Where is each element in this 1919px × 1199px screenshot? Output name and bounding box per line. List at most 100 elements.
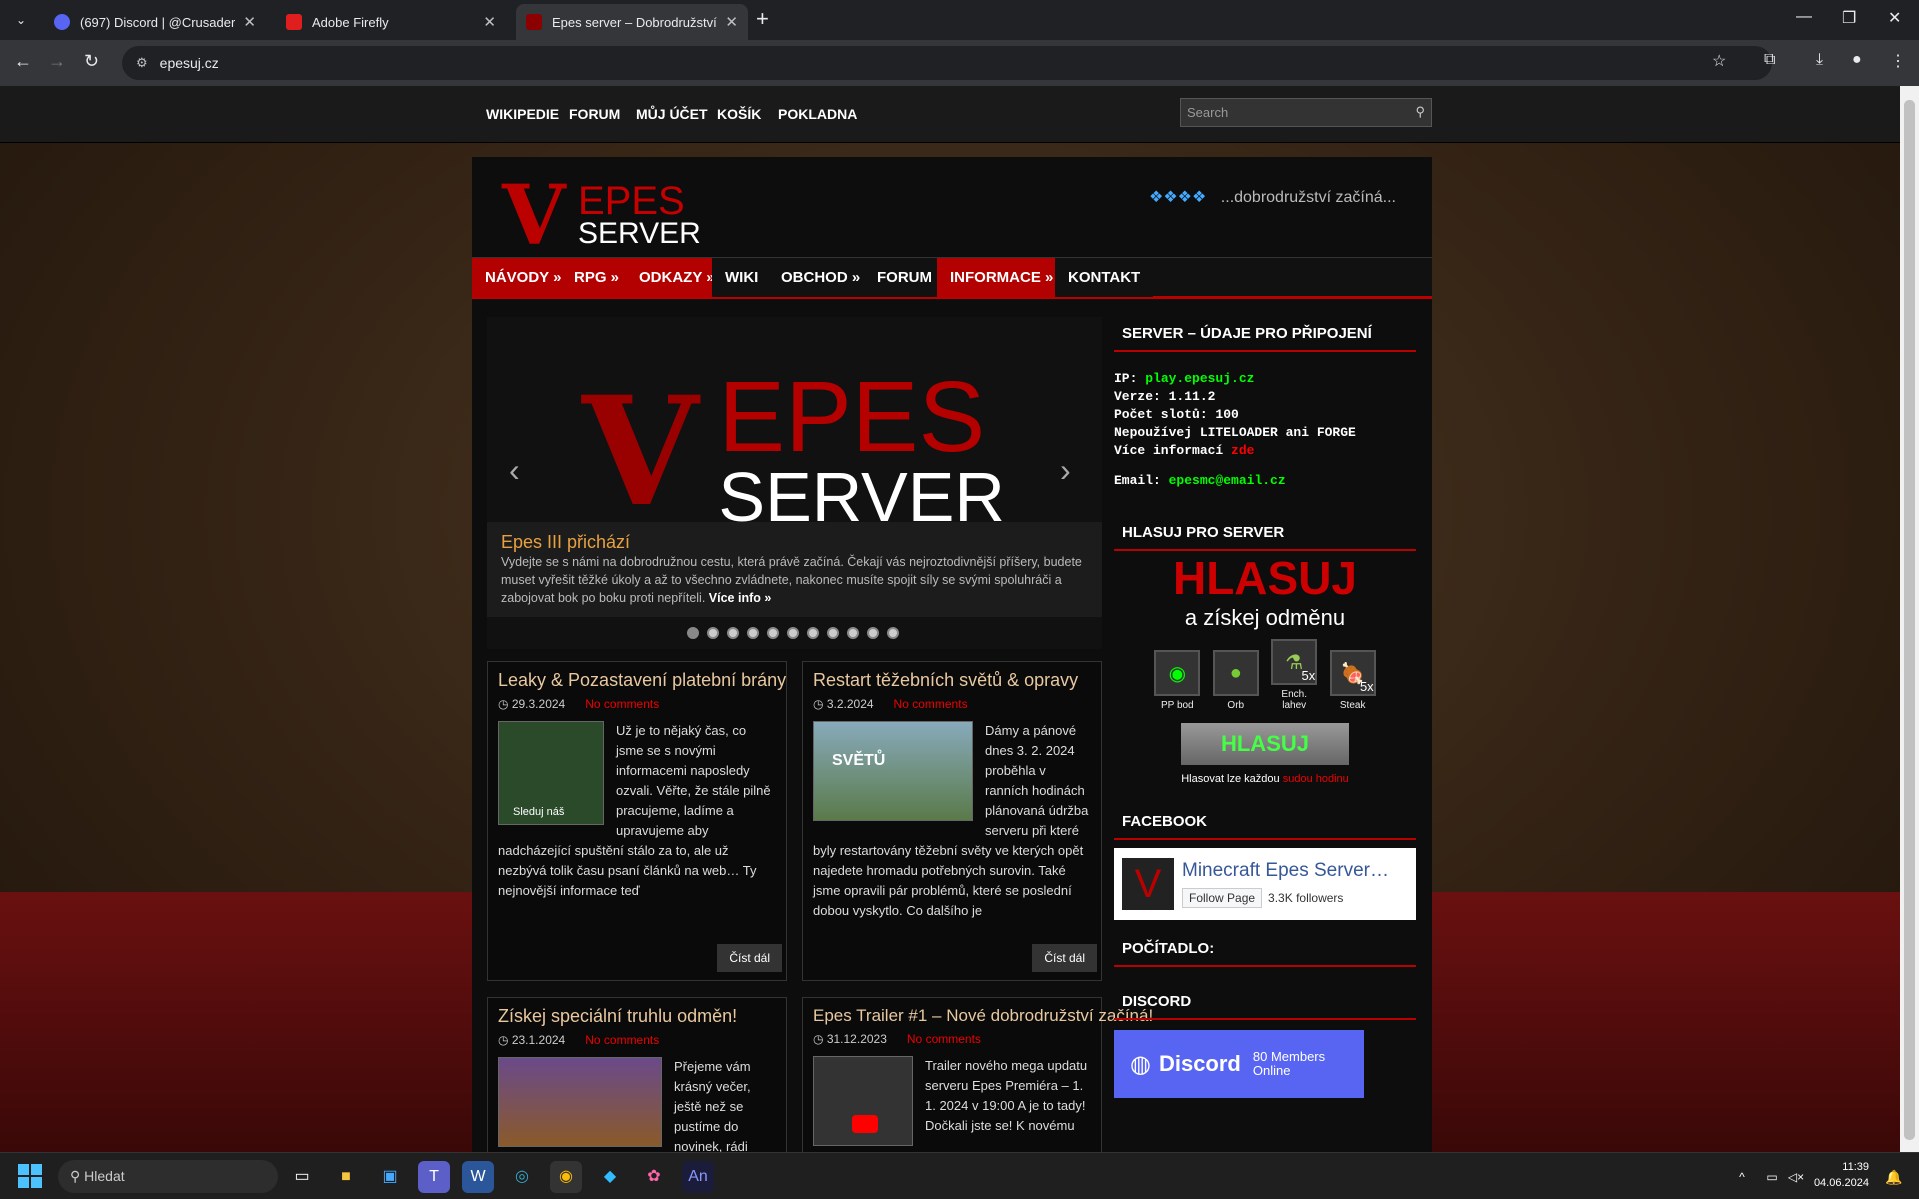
slide-more-link[interactable]: Více info » xyxy=(709,591,772,605)
slider-dot[interactable] xyxy=(767,627,779,639)
post-comments-link[interactable]: No comments xyxy=(585,697,659,711)
tab-discord[interactable]: (697) Discord | @Crusader1351 ✕ xyxy=(44,4,266,40)
slider-dot[interactable] xyxy=(747,627,759,639)
slider-dot[interactable] xyxy=(787,627,799,639)
read-more-button[interactable]: Číst dál xyxy=(1032,944,1097,972)
post-title[interactable]: Epes Trailer #1 – Nové dobrodružství zač… xyxy=(813,1006,1153,1026)
tagline-text: ...dobrodružství začíná... xyxy=(1220,189,1396,206)
slider-dot[interactable] xyxy=(827,627,839,639)
photo-app-icon[interactable]: ✿ xyxy=(638,1161,670,1193)
sidebar: SERVER – ÚDAJE PRO PŘIPOJENÍ IP: play.ep… xyxy=(1114,317,1416,1098)
post-thumbnail[interactable]: SVĚTŮ xyxy=(813,721,973,821)
tab-adobe-firefly[interactable]: Adobe Firefly ✕ xyxy=(276,4,506,40)
topnav-pokladna[interactable]: POKLADNA xyxy=(778,106,857,122)
extensions-icon[interactable]: ⧉ xyxy=(1764,51,1775,69)
topnav-kosik[interactable]: KOŠÍK xyxy=(717,106,761,122)
bookmark-star-icon[interactable]: ☆ xyxy=(1712,51,1726,71)
notification-bell-icon[interactable]: 🔔 xyxy=(1878,1161,1910,1193)
clock-time: 11:39 xyxy=(1842,1161,1869,1173)
close-tab-icon[interactable]: ✕ xyxy=(483,13,496,31)
tray-chevron-icon[interactable]: ^ xyxy=(1726,1161,1758,1193)
post-title[interactable]: Získej speciální truhlu odměn! xyxy=(498,1006,776,1027)
profile-icon[interactable]: ● xyxy=(1852,51,1862,69)
tab-epes-server[interactable]: Epes server – Dobrodružství začíná ✕ xyxy=(516,4,748,40)
post-comments-link[interactable]: No comments xyxy=(907,1032,981,1046)
scrollbar-thumb[interactable] xyxy=(1904,100,1915,1140)
close-tab-icon[interactable]: ✕ xyxy=(725,13,738,31)
chrome-icon[interactable]: ◉ xyxy=(550,1161,582,1193)
read-more-button[interactable]: Číst dál xyxy=(717,944,782,972)
post-title[interactable]: Leaky & Pozastavení platební brány xyxy=(498,670,786,691)
word-icon[interactable]: W xyxy=(462,1161,494,1193)
slider-next-icon[interactable]: › xyxy=(1060,452,1071,489)
nav-navody[interactable]: NÁVODY » xyxy=(472,258,575,297)
nav-rpg[interactable]: RPG » xyxy=(561,258,633,297)
tab-title: Adobe Firefly xyxy=(312,14,389,30)
topnav-muj-ucet[interactable]: MŮJ ÚČET xyxy=(636,106,708,122)
page-scrollbar[interactable] xyxy=(1900,86,1919,1152)
nav-obchod[interactable]: OBCHOD » xyxy=(768,258,874,297)
slider-prev-icon[interactable]: ‹ xyxy=(509,452,520,489)
nav-wiki[interactable]: WIKI xyxy=(712,258,772,297)
email-link[interactable]: epesmc@email.cz xyxy=(1169,473,1286,488)
new-tab-icon[interactable]: + xyxy=(756,6,769,32)
volume-icon[interactable]: ◁× xyxy=(1780,1161,1812,1193)
back-icon[interactable]: ← xyxy=(14,51,32,72)
nav-forum[interactable]: FORUM xyxy=(864,258,945,297)
restore-icon[interactable]: ❐ xyxy=(1842,8,1856,28)
slider-dot[interactable] xyxy=(847,627,859,639)
search-input[interactable]: Search ⚲ xyxy=(1180,98,1432,127)
file-explorer-icon[interactable]: ■ xyxy=(330,1161,362,1193)
youtube-play-icon[interactable] xyxy=(852,1115,878,1133)
teams-icon[interactable]: T xyxy=(418,1161,450,1193)
post-thumbnail[interactable] xyxy=(498,1057,662,1147)
address-bar[interactable]: ⚙ epesuj.cz xyxy=(122,46,1772,80)
store-icon[interactable]: ▣ xyxy=(374,1161,406,1193)
tab-search-icon[interactable]: ⌄ xyxy=(10,10,32,30)
nav-kontakt[interactable]: KONTAKT xyxy=(1055,258,1154,297)
site-logo[interactable]: V EPES SERVER xyxy=(502,175,701,257)
animate-icon[interactable]: An xyxy=(682,1161,714,1193)
tab-title: (697) Discord | @Crusader1351 xyxy=(80,14,236,30)
slider-dot[interactable] xyxy=(727,627,739,639)
clock[interactable]: 11:39 04.06.2024 xyxy=(1814,1159,1869,1191)
topnav-forum[interactable]: FORUM xyxy=(569,106,620,122)
vote-button[interactable]: HLASUJ xyxy=(1180,723,1349,765)
nav-informace[interactable]: INFORMACE » xyxy=(937,258,1067,297)
slider-dot[interactable] xyxy=(687,627,699,639)
edge-icon[interactable]: ◎ xyxy=(506,1161,538,1193)
post-thumbnail[interactable]: Sleduj náš xyxy=(498,721,604,825)
forward-icon[interactable]: → xyxy=(48,51,66,72)
post-date: 29.3.2024 xyxy=(511,697,566,711)
taskbar-search[interactable]: ⚲ Hledat xyxy=(58,1160,278,1193)
minimize-icon[interactable]: — xyxy=(1796,8,1812,26)
menu-icon[interactable]: ⋮ xyxy=(1890,51,1906,71)
fb-page-avatar[interactable]: V xyxy=(1122,858,1174,910)
server-ip[interactable]: play.epesuj.cz xyxy=(1145,371,1254,386)
close-window-icon[interactable]: ✕ xyxy=(1888,8,1901,28)
post-thumbnail[interactable] xyxy=(813,1056,913,1146)
task-view-icon[interactable]: ▭ xyxy=(286,1161,318,1193)
site-info-icon[interactable]: ⚙ xyxy=(136,55,148,71)
fb-follow-button[interactable]: Follow Page xyxy=(1182,888,1263,908)
topnav-wikipedie[interactable]: WIKIPEDIE xyxy=(486,106,559,122)
start-icon[interactable] xyxy=(18,1164,42,1188)
more-info-link[interactable]: zde xyxy=(1231,443,1254,458)
slider-dot[interactable] xyxy=(707,627,719,639)
app-icon[interactable]: ◆ xyxy=(594,1161,626,1193)
post-comments-link[interactable]: No comments xyxy=(585,1033,659,1047)
fb-page-name[interactable]: Minecraft Epes Server… xyxy=(1182,860,1389,882)
gems-icon: ❖❖❖❖ xyxy=(1148,189,1207,206)
slider-dot[interactable] xyxy=(807,627,819,639)
download-icon[interactable]: ⤓ xyxy=(1816,51,1823,69)
slider-dot[interactable] xyxy=(887,627,899,639)
post-title[interactable]: Restart těžebních světů & opravy xyxy=(813,670,1091,691)
fb-followers: 3.3K followers xyxy=(1268,891,1344,905)
post-comments-link[interactable]: No comments xyxy=(894,697,968,711)
reload-icon[interactable]: ↻ xyxy=(84,51,99,72)
search-icon[interactable]: ⚲ xyxy=(1415,104,1425,120)
reward-list: ◉ PP bod ● Orb ⚗ 5x Ench. lahev 🍖 5x Steak xyxy=(1114,639,1416,713)
discord-widget[interactable]: ◍ Discord 80 Members Online xyxy=(1114,1030,1364,1098)
slider-dot[interactable] xyxy=(867,627,879,639)
close-tab-icon[interactable]: ✕ xyxy=(243,13,256,31)
